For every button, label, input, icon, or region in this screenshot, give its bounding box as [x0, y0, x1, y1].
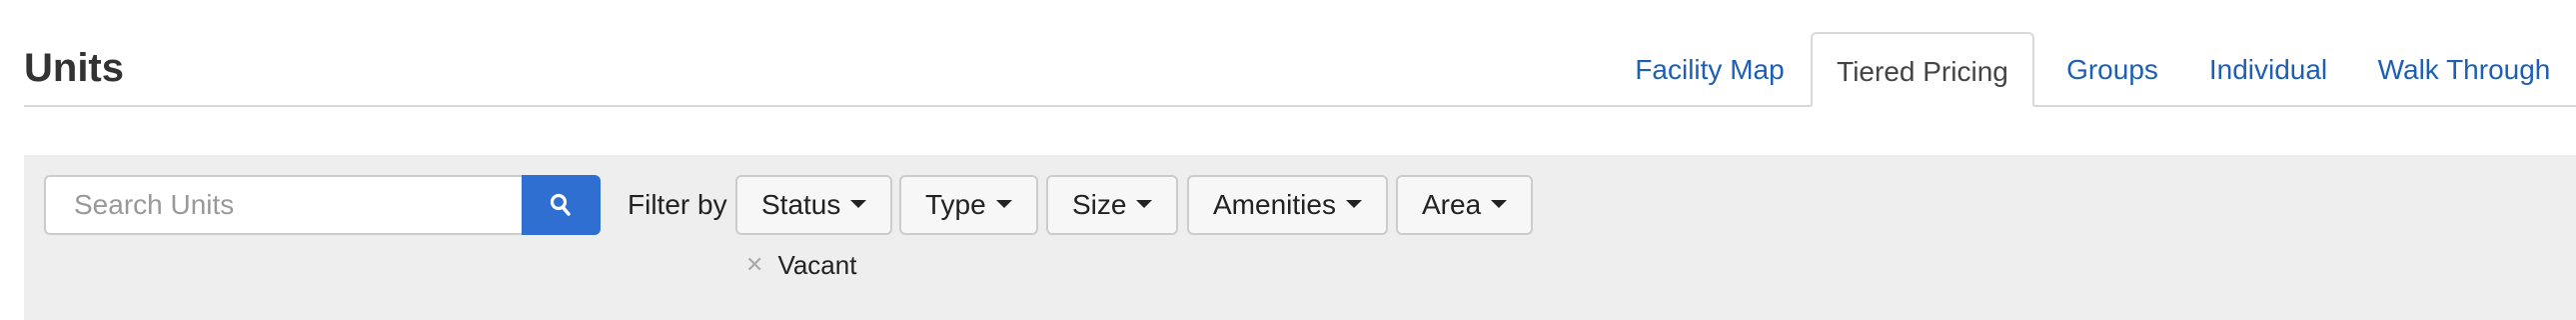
caret-down-icon — [1345, 199, 1362, 208]
status-filter-label: Status — [761, 189, 841, 220]
amenities-filter-label: Amenities — [1213, 189, 1336, 220]
caret-down-icon — [1136, 199, 1153, 208]
size-filter-label: Size — [1072, 189, 1127, 220]
units-page: Units Facility Map Tiered Pricing Groups… — [0, 0, 2576, 320]
search-input[interactable] — [44, 175, 524, 235]
tab-tiered-pricing[interactable]: Tiered Pricing — [1811, 32, 2034, 107]
tab-walk-through[interactable]: Walk Through — [2364, 32, 2564, 107]
search-group — [44, 175, 624, 235]
view-tabs: Facility Map Tiered Pricing Groups Indiv… — [0, 0, 2576, 108]
type-filter-label: Type — [925, 189, 986, 220]
active-filter-label: Vacant — [777, 250, 857, 280]
area-filter-dropdown[interactable]: Area — [1396, 175, 1534, 235]
area-filter-label: Area — [1422, 189, 1482, 220]
filter-by-label: Filter by — [628, 189, 727, 220]
filter-panel: Filter by Status Type Size Amenities Are… — [24, 155, 2576, 320]
caret-down-icon — [995, 199, 1012, 208]
size-filter-dropdown[interactable]: Size — [1046, 175, 1179, 235]
close-icon[interactable]: ✕ — [745, 248, 763, 282]
caret-down-icon — [1491, 199, 1508, 208]
tab-facility-map[interactable]: Facility Map — [1613, 32, 1807, 107]
active-filter-chip: ✕ Vacant — [745, 248, 856, 282]
amenities-filter-dropdown[interactable]: Amenities — [1187, 175, 1388, 235]
tab-groups[interactable]: Groups — [2046, 32, 2178, 107]
search-icon — [550, 193, 571, 216]
caret-down-icon — [850, 199, 867, 208]
search-button[interactable] — [522, 175, 601, 235]
tab-individual[interactable]: Individual — [2192, 32, 2344, 107]
type-filter-dropdown[interactable]: Type — [899, 175, 1038, 235]
status-filter-dropdown[interactable]: Status — [735, 175, 893, 235]
